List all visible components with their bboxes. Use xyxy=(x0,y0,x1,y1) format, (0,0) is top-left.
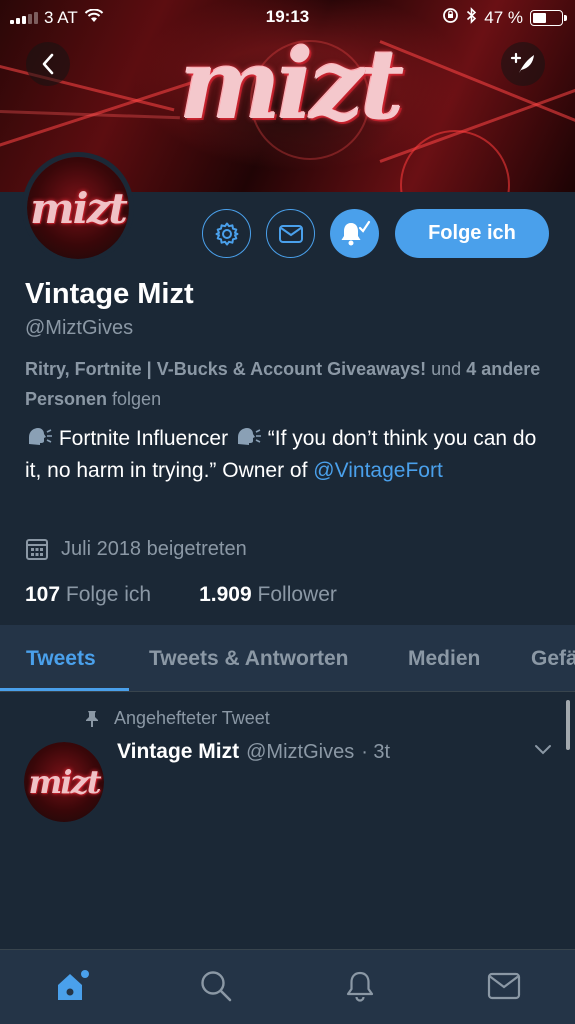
nav-search[interactable] xyxy=(196,966,236,1006)
profile-avatar[interactable]: mizt xyxy=(22,152,134,264)
bluetooth-icon xyxy=(466,7,477,29)
following-stat[interactable]: 107 Folge ich xyxy=(25,583,151,607)
tweet-header: Vintage Mizt @MiztGives · 3t xyxy=(117,740,390,764)
back-button[interactable] xyxy=(26,42,70,86)
tweet-menu-button[interactable] xyxy=(533,742,553,761)
gear-icon xyxy=(215,222,238,245)
speaking-head-emoji-icon xyxy=(234,426,262,448)
compose-tweet-button[interactable] xyxy=(501,42,545,86)
active-tab-indicator xyxy=(0,688,129,691)
compose-feather-icon xyxy=(510,52,534,73)
tweet-author-avatar[interactable]: mizt xyxy=(24,742,104,822)
banner-logo: mizt xyxy=(179,28,405,141)
followed-by-und: und xyxy=(426,359,467,379)
tab-tweets[interactable]: Tweets xyxy=(26,647,96,671)
nav-messages[interactable] xyxy=(484,966,524,1006)
chevron-left-icon xyxy=(42,53,54,75)
notifications-button[interactable] xyxy=(330,209,379,258)
bottom-tab-bar xyxy=(0,949,575,1024)
mail-icon xyxy=(278,224,303,243)
followers-count: 1.909 xyxy=(199,583,252,606)
speaking-head-emoji-icon xyxy=(25,426,53,448)
pinned-label: Angehefteter Tweet xyxy=(114,708,270,728)
joined-text: Juli 2018 beigetreten xyxy=(61,537,247,560)
tab-likes[interactable]: Gefä xyxy=(531,647,575,671)
tweet-author-name[interactable]: Vintage Mizt xyxy=(117,740,239,764)
home-icon xyxy=(58,970,89,1000)
tweet-author-handle: @MiztGives xyxy=(246,741,355,763)
nav-home[interactable] xyxy=(52,966,92,1006)
profile-stats: 107 Folge ich 1.909 Follower xyxy=(25,583,337,607)
calendar-icon xyxy=(26,539,48,560)
following-label: Folge ich xyxy=(65,583,152,606)
bell-check-icon xyxy=(341,220,370,245)
nav-notifications[interactable] xyxy=(340,966,380,1006)
followers-label: Follower xyxy=(257,583,337,606)
tab-media[interactable]: Medien xyxy=(408,647,480,671)
tweet-avatar-logo: mizt xyxy=(24,742,104,822)
rotation-lock-icon xyxy=(442,7,459,29)
followed-by-suffix: folgen xyxy=(107,389,162,409)
pinned-indicator: Angehefteter Tweet xyxy=(84,708,270,729)
following-count: 107 xyxy=(25,583,61,606)
bell-icon xyxy=(346,971,374,1002)
profile-name: Vintage Mizt xyxy=(25,278,194,310)
chevron-down-icon xyxy=(535,745,551,755)
message-button[interactable] xyxy=(266,209,315,258)
pin-icon xyxy=(86,710,98,727)
search-icon xyxy=(201,971,232,1002)
battery-icon xyxy=(530,10,567,26)
scroll-indicator xyxy=(566,700,570,750)
following-button[interactable]: Folge ich xyxy=(395,209,549,258)
followed-by-text[interactable]: Ritry, Fortnite | V-Bucks & Account Give… xyxy=(25,354,550,414)
tweet-time: · 3t xyxy=(361,741,391,763)
profile-tabs: Tweets Tweets & Antworten Medien Gefä xyxy=(0,625,575,692)
bio-text-1: Fortnite Influencer xyxy=(53,427,234,450)
avatar-logo: mizt xyxy=(27,157,129,259)
status-bar: 3 AT 19:13 47 % xyxy=(0,0,575,34)
settings-button[interactable] xyxy=(202,209,251,258)
followers-stat[interactable]: 1.909 Follower xyxy=(199,583,337,607)
joined-date: Juli 2018 beigetreten xyxy=(25,537,247,561)
followed-by-names: Ritry, Fortnite | V-Bucks & Account Give… xyxy=(25,359,427,379)
tab-tweets-and-replies[interactable]: Tweets & Antworten xyxy=(149,647,349,671)
mail-icon xyxy=(487,972,521,1000)
battery-percent: 47 % xyxy=(484,8,523,27)
bio-mention-link[interactable]: @VintageFort xyxy=(313,459,443,482)
profile-handle: @MiztGives xyxy=(25,317,134,339)
profile-bio: Fortnite Influencer “If you don’t think … xyxy=(25,423,555,487)
